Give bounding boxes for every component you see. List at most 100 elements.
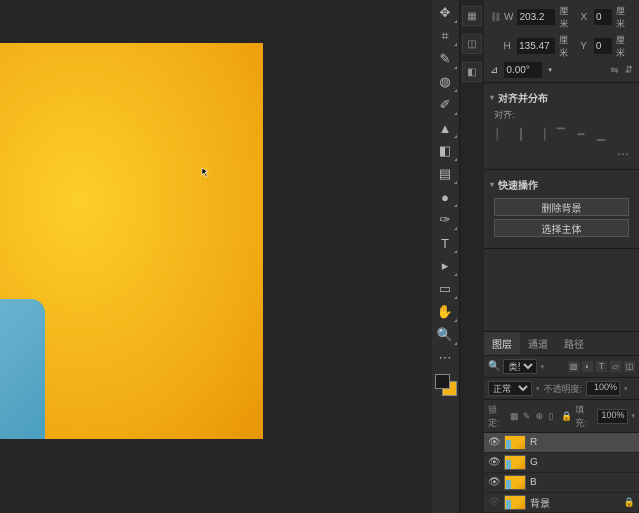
move-cursor-icon	[201, 167, 213, 179]
layer-name[interactable]: R	[530, 437, 635, 448]
panel-icon[interactable]: ◫	[462, 34, 482, 54]
layer-row[interactable]: 👁 R	[484, 433, 639, 453]
width-unit: 厘米	[559, 4, 576, 30]
lock-all-icon[interactable]: ▦	[510, 411, 519, 422]
move-tool[interactable]: ✥	[432, 2, 458, 24]
align-hcenter-icon[interactable]: ┃	[514, 127, 528, 141]
flip-horizontal-icon[interactable]: ⇋	[610, 65, 618, 76]
transform-panel: ⛓ W 厘米 X 厘米 H 厘米 Y 厘米 ⊿ ▾ ⇋	[484, 0, 639, 83]
flip-vertical-icon[interactable]: ⇵	[625, 65, 633, 76]
foreground-color[interactable]	[435, 374, 450, 389]
filter-shape-icon[interactable]: ▱	[610, 361, 621, 372]
layer-list: 👁 R 👁 G 👁 B 👁 背景 �	[484, 433, 639, 513]
lock-icon: 🔒	[624, 497, 635, 508]
pen-tool[interactable]: ✑	[432, 209, 458, 231]
lock-nested-icon[interactable]: ▯	[548, 411, 557, 422]
clone-stamp-tool[interactable]: ▲	[432, 117, 458, 139]
angle-input[interactable]	[504, 62, 542, 78]
search-icon[interactable]: 🔍	[488, 361, 500, 372]
x-input[interactable]	[594, 9, 612, 25]
align-right-icon[interactable]: ▕	[534, 127, 548, 141]
layer-thumbnail[interactable]	[504, 435, 526, 450]
chevron-down-icon[interactable]: ▾	[490, 93, 494, 102]
layer-name[interactable]: G	[530, 457, 635, 468]
layer-thumbnail[interactable]	[504, 475, 526, 490]
lock-label: 锁定:	[488, 403, 506, 429]
select-subject-button[interactable]: 选择主体	[494, 219, 630, 237]
x-unit: 厘米	[616, 4, 633, 30]
x-label: X	[581, 12, 590, 23]
canvas-area[interactable]	[0, 0, 432, 513]
type-tool[interactable]: T	[432, 232, 458, 254]
layer-row[interactable]: 👁 B	[484, 473, 639, 493]
layer-row[interactable]: 👁 背景 🔒	[484, 493, 639, 513]
shape-tool[interactable]: ▭	[432, 278, 458, 300]
align-top-icon[interactable]: ▔	[554, 127, 568, 141]
chevron-down-icon[interactable]: ▾	[490, 180, 494, 189]
width-input[interactable]	[517, 9, 555, 25]
layer-name[interactable]: B	[530, 477, 635, 488]
chevron-down-icon[interactable]: ▾	[548, 66, 552, 74]
height-input[interactable]	[517, 38, 555, 54]
width-label: W	[504, 12, 513, 23]
align-section-title: 对齐并分布	[498, 90, 548, 105]
eraser-tool[interactable]: ◧	[432, 140, 458, 162]
align-section: ▾ 对齐并分布 对齐: ▏ ┃ ▕ ▔ ━ ▁ ⋯	[484, 83, 639, 170]
collapsed-panel-dock: ▦ ◫ ◧	[460, 0, 484, 513]
filter-kind-select[interactable]: 类型	[503, 359, 537, 374]
photo-subject	[0, 159, 50, 439]
visibility-toggle-icon[interactable]: 👁	[488, 437, 500, 448]
edit-toolbar[interactable]: ⋯	[432, 347, 458, 369]
more-options-icon[interactable]: ⋯	[490, 147, 633, 161]
panel-icon[interactable]: ▦	[462, 6, 482, 26]
color-swatches[interactable]	[435, 374, 457, 396]
path-selection-tool[interactable]: ▸	[432, 255, 458, 277]
layer-thumbnail[interactable]	[504, 495, 526, 510]
properties-and-layers: ⛓ W 厘米 X 厘米 H 厘米 Y 厘米 ⊿ ▾ ⇋	[484, 0, 639, 513]
quick-actions-section: ▾ 快速操作 删除背景 选择主体	[484, 170, 639, 249]
align-left-icon[interactable]: ▏	[494, 127, 508, 141]
gradient-tool[interactable]: ▤	[432, 163, 458, 185]
brush-tool[interactable]: ✐	[432, 94, 458, 116]
panel-icon[interactable]: ◧	[462, 62, 482, 82]
filter-image-icon[interactable]: ▧	[568, 361, 579, 372]
toolbox: ✥ ⌗ ✎ ◍ ✐ ▲ ◧ ▤ ● ✑ T ▸ ▭ ✋ 🔍 ⋯	[432, 0, 460, 513]
remove-background-button[interactable]: 删除背景	[494, 198, 630, 216]
filter-type-icon[interactable]: T	[596, 361, 607, 372]
fill-input[interactable]: 100%	[597, 409, 627, 424]
crop-tool[interactable]: ⌗	[432, 25, 458, 47]
tab-channels[interactable]: 通道	[520, 332, 556, 355]
link-wh-icon[interactable]: ⛓	[490, 12, 500, 23]
height-unit: 厘米	[559, 33, 576, 59]
angle-icon: ⊿	[490, 65, 498, 76]
align-label: 对齐:	[490, 108, 633, 121]
artboard[interactable]	[0, 43, 263, 439]
opacity-label: 不透明度:	[544, 382, 583, 395]
height-label: H	[504, 41, 514, 52]
align-vcenter-icon[interactable]: ━	[574, 127, 588, 141]
quick-actions-title: 快速操作	[498, 177, 538, 192]
filter-adjust-icon[interactable]: ◐	[582, 361, 593, 372]
y-input[interactable]	[594, 38, 612, 54]
lock-icon[interactable]: 🔒	[561, 411, 571, 422]
tab-paths[interactable]: 路径	[556, 332, 592, 355]
visibility-toggle-icon[interactable]: 👁	[488, 457, 500, 468]
hand-tool[interactable]: ✋	[432, 301, 458, 323]
layers-panel: 图层 通道 路径 🔍 类型 ▾ ▧ ◐ T ▱ ◫ 正常 ▾ 不透明度:	[484, 331, 639, 513]
healing-brush-tool[interactable]: ◍	[432, 71, 458, 93]
layer-name[interactable]: 背景	[530, 495, 620, 510]
lock-position-icon[interactable]: ✎	[523, 411, 532, 422]
tab-layers[interactable]: 图层	[484, 332, 520, 355]
lock-image-icon[interactable]: ⊕	[536, 411, 545, 422]
visibility-toggle-icon[interactable]: 👁	[488, 497, 500, 508]
blend-mode-select[interactable]: 正常	[488, 381, 532, 396]
visibility-toggle-icon[interactable]: 👁	[488, 477, 500, 488]
layer-thumbnail[interactable]	[504, 455, 526, 470]
filter-smart-icon[interactable]: ◫	[624, 361, 635, 372]
layer-row[interactable]: 👁 G	[484, 453, 639, 473]
eyedropper-tool[interactable]: ✎	[432, 48, 458, 70]
blur-tool[interactable]: ●	[432, 186, 458, 208]
opacity-input[interactable]: 100%	[586, 381, 620, 396]
align-bottom-icon[interactable]: ▁	[594, 127, 608, 141]
zoom-tool[interactable]: 🔍	[432, 324, 458, 346]
